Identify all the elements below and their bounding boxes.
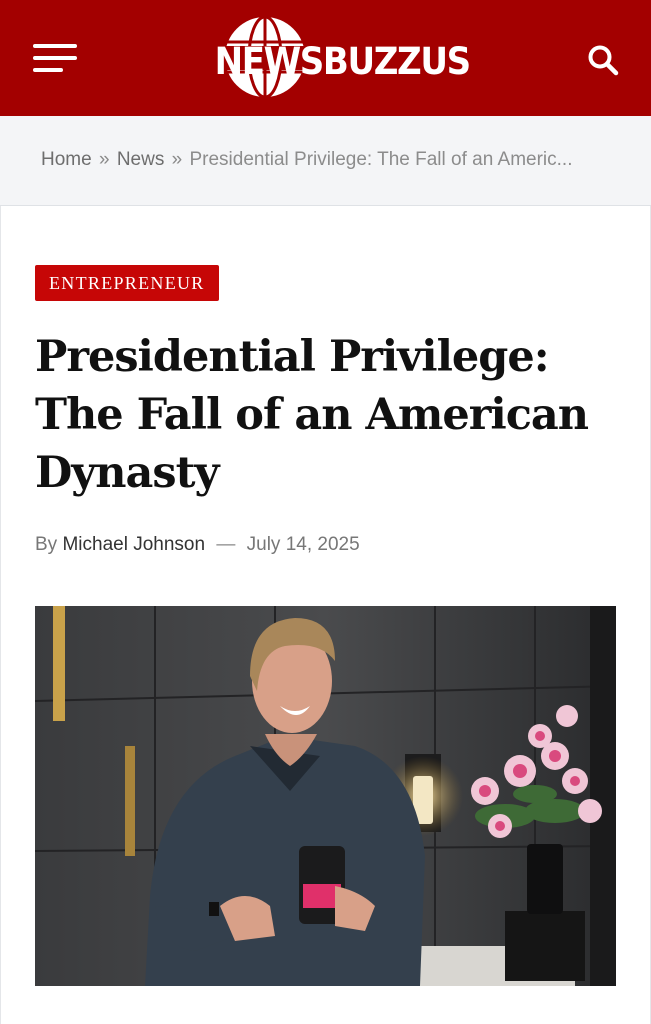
breadcrumb-news-link[interactable]: News — [117, 149, 165, 170]
byline: By Michael Johnson — July 14, 2025 — [35, 534, 360, 556]
breadcrumb-home-link[interactable]: Home — [41, 149, 92, 170]
site-header: NEWSBUZZUS — [0, 0, 651, 116]
breadcrumb-separator: » — [171, 149, 183, 170]
by-label: By — [35, 534, 58, 555]
publish-date: July 14, 2025 — [246, 534, 360, 555]
category-badge[interactable]: ENTREPRENEUR — [35, 265, 219, 301]
logo-wordmark: NEWSBUZZUS — [214, 40, 471, 83]
article-title: Presidential Privilege: The Fall of an A… — [35, 332, 589, 498]
site-logo[interactable]: NEWSBUZZUS — [205, 14, 471, 102]
hamburger-menu-icon[interactable] — [33, 44, 77, 74]
breadcrumb-current: Presidential Privilege: The Fall of an A… — [189, 149, 573, 170]
author-link[interactable]: Michael Johnson — [62, 534, 205, 555]
byline-separator: — — [216, 534, 236, 555]
breadcrumb-separator: » — [98, 149, 110, 170]
hero-image — [35, 606, 616, 986]
search-icon[interactable] — [585, 42, 621, 78]
breadcrumb: Home » News » Presidential Privilege: Th… — [41, 149, 621, 173]
